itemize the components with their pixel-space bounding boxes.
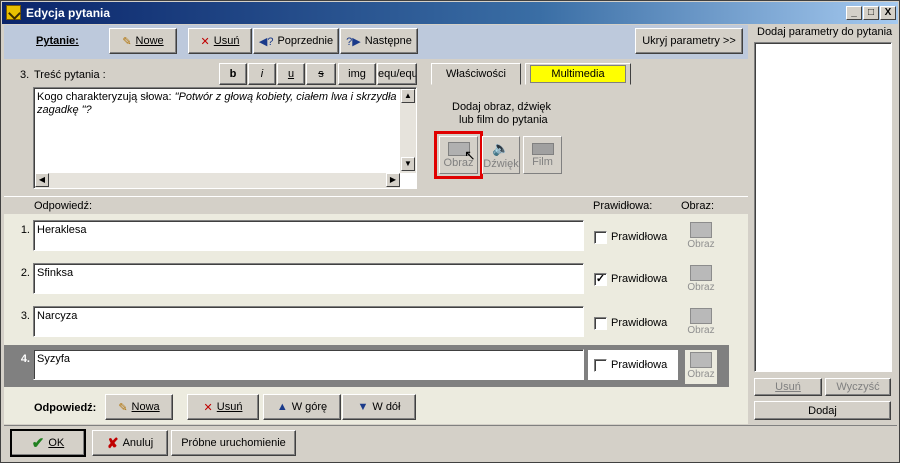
strikethrough-button[interactable]: s: [306, 63, 336, 85]
move-down-button[interactable]: ▼ W dół: [342, 394, 416, 420]
app-icon: [6, 5, 21, 20]
correct-checkbox[interactable]: [594, 359, 607, 372]
cancel-icon: ✘: [106, 434, 119, 451]
delete-icon: ✕: [203, 401, 213, 414]
image-icon: [690, 308, 712, 324]
add-sound-button[interactable]: 🔈 Dźwięk: [482, 136, 520, 174]
answer-number: 2.: [20, 267, 30, 279]
check-icon: ✔: [31, 435, 45, 452]
answer-number: 3.: [20, 310, 30, 322]
camera-icon: [531, 142, 554, 155]
question-toolbar: Pytanie: ✎ Nowe ✕ Usuń ◀? Poprzednie ?▶ Nast…: [4, 25, 748, 59]
scroll-left-arrow-icon[interactable]: ◀: [35, 173, 49, 187]
correct-checkbox[interactable]: [594, 231, 607, 244]
answer-number: 1.: [20, 224, 30, 236]
params-panel-title: Dodaj parametry do pytania: [757, 26, 893, 38]
question-content-label: Treść pytania :: [34, 69, 106, 81]
insert-image-button[interactable]: img: [338, 63, 376, 85]
speaker-icon: 🔈: [492, 140, 510, 156]
question-label: Pytanie:: [36, 35, 79, 47]
answer-image-button[interactable]: Obraz: [684, 263, 718, 299]
delete-answer-button[interactable]: ✕ Usuń: [187, 394, 259, 420]
correct-checkbox-checked[interactable]: ✓: [594, 273, 607, 286]
scroll-up-arrow-icon[interactable]: ▲: [401, 89, 415, 103]
italic-button[interactable]: i: [248, 63, 276, 85]
footer-divider: [4, 425, 897, 426]
bold-button[interactable]: b: [219, 63, 247, 85]
scroll-down-arrow-icon[interactable]: ▼: [401, 157, 415, 171]
correct-column-header: Prawidłowa:: [593, 200, 653, 212]
horizontal-scrollbar[interactable]: ◀ ▶: [35, 173, 400, 188]
pencil-icon: ✎: [118, 401, 128, 414]
answer-image-button[interactable]: Obraz: [684, 220, 718, 256]
ok-button[interactable]: ✔ OK: [10, 429, 86, 457]
underline-button[interactable]: u: [277, 63, 305, 85]
answer-toolbar-label: Odpowiedź:: [34, 402, 97, 414]
correct-label: Prawidłowa: [611, 317, 668, 329]
answer-input[interactable]: Syzyfa: [33, 349, 584, 380]
correct-label: Prawidłowa: [611, 359, 668, 371]
vertical-scrollbar[interactable]: ▲ ▼: [400, 89, 416, 173]
pencil-icon: ✎: [122, 35, 132, 48]
cancel-button[interactable]: ✘ Anuluj: [92, 430, 168, 456]
params-list[interactable]: [754, 42, 892, 372]
multimedia-hint-line2: lub film do pytania: [459, 114, 548, 126]
minimize-button[interactable]: _: [846, 6, 862, 20]
tab-multimedia[interactable]: Multimedia: [525, 63, 631, 85]
answer-column-header: Odpowiedź:: [34, 200, 93, 212]
title-bar[interactable]: Edycja pytania _ □ X: [2, 2, 898, 24]
add-film-button[interactable]: Film: [523, 136, 562, 174]
arrow-up-icon: ▲: [276, 401, 288, 413]
image-icon: [690, 222, 712, 238]
question-text-editor[interactable]: Kogo charakteryzują słowa: "Potwór z gło…: [33, 87, 417, 189]
params-delete-button[interactable]: Usuń: [754, 378, 822, 396]
delete-question-button[interactable]: ✕ Usuń: [188, 28, 252, 54]
answers-header: Odpowiedź: Prawidłowa: Obraz:: [4, 196, 748, 214]
answer-input[interactable]: Heraklesa: [33, 220, 584, 251]
maximize-button[interactable]: □: [863, 6, 879, 20]
correct-checkbox[interactable]: [594, 317, 607, 330]
equation-button[interactable]: equ/equ: [377, 63, 417, 85]
params-panel: Dodaj parametry do pytania Usuń Wyczyść …: [751, 25, 897, 423]
window-title: Edycja pytania: [26, 6, 111, 20]
mouse-cursor-icon: ↖: [464, 147, 476, 163]
correct-label: Prawidłowa: [611, 273, 668, 285]
params-clear-button[interactable]: Wyczyść: [825, 378, 891, 396]
hide-params-button[interactable]: Ukryj parametry >>: [635, 28, 743, 54]
answer-image-button[interactable]: Obraz: [684, 349, 718, 385]
image-icon: [690, 265, 712, 281]
previous-question-button[interactable]: ◀? Poprzednie: [253, 28, 339, 54]
params-add-button[interactable]: Dodaj: [754, 401, 891, 420]
question-number: 3.: [20, 69, 30, 81]
new-answer-button[interactable]: ✎ Nowa: [105, 394, 173, 420]
new-question-button[interactable]: ✎ Nowe: [109, 28, 177, 54]
image-icon: [690, 352, 712, 368]
tab-properties[interactable]: Właściwości: [431, 63, 521, 85]
answer-input[interactable]: Sfinksa: [33, 263, 584, 294]
delete-icon: ✕: [200, 35, 210, 48]
answer-number: 4.: [20, 353, 30, 365]
previous-icon: ◀?: [258, 35, 274, 48]
next-question-button[interactable]: ?▶ Następne: [340, 28, 418, 54]
question-text: Kogo charakteryzują słowa: "Potwór z gło…: [37, 91, 397, 116]
next-icon: ?▶: [346, 35, 361, 48]
answer-image-button[interactable]: Obraz: [684, 306, 718, 342]
scroll-right-arrow-icon[interactable]: ▶: [386, 173, 400, 187]
question-editor-window: Edycja pytania _ □ X Pytanie: ✎ Nowe ✕ Usu…: [0, 0, 900, 463]
multimedia-hint-line1: Dodaj obraz, dźwięk: [452, 101, 552, 113]
answer-input[interactable]: Narcyza: [33, 306, 584, 337]
close-button[interactable]: X: [880, 6, 896, 20]
checkmark-icon: ✓: [595, 273, 606, 285]
correct-label: Prawidłowa: [611, 231, 668, 243]
move-up-button[interactable]: ▲ W górę: [263, 394, 341, 420]
image-column-header: Obraz:: [681, 200, 715, 212]
arrow-down-icon: ▼: [357, 401, 369, 413]
test-run-button[interactable]: Próbne uruchomienie: [171, 430, 296, 456]
